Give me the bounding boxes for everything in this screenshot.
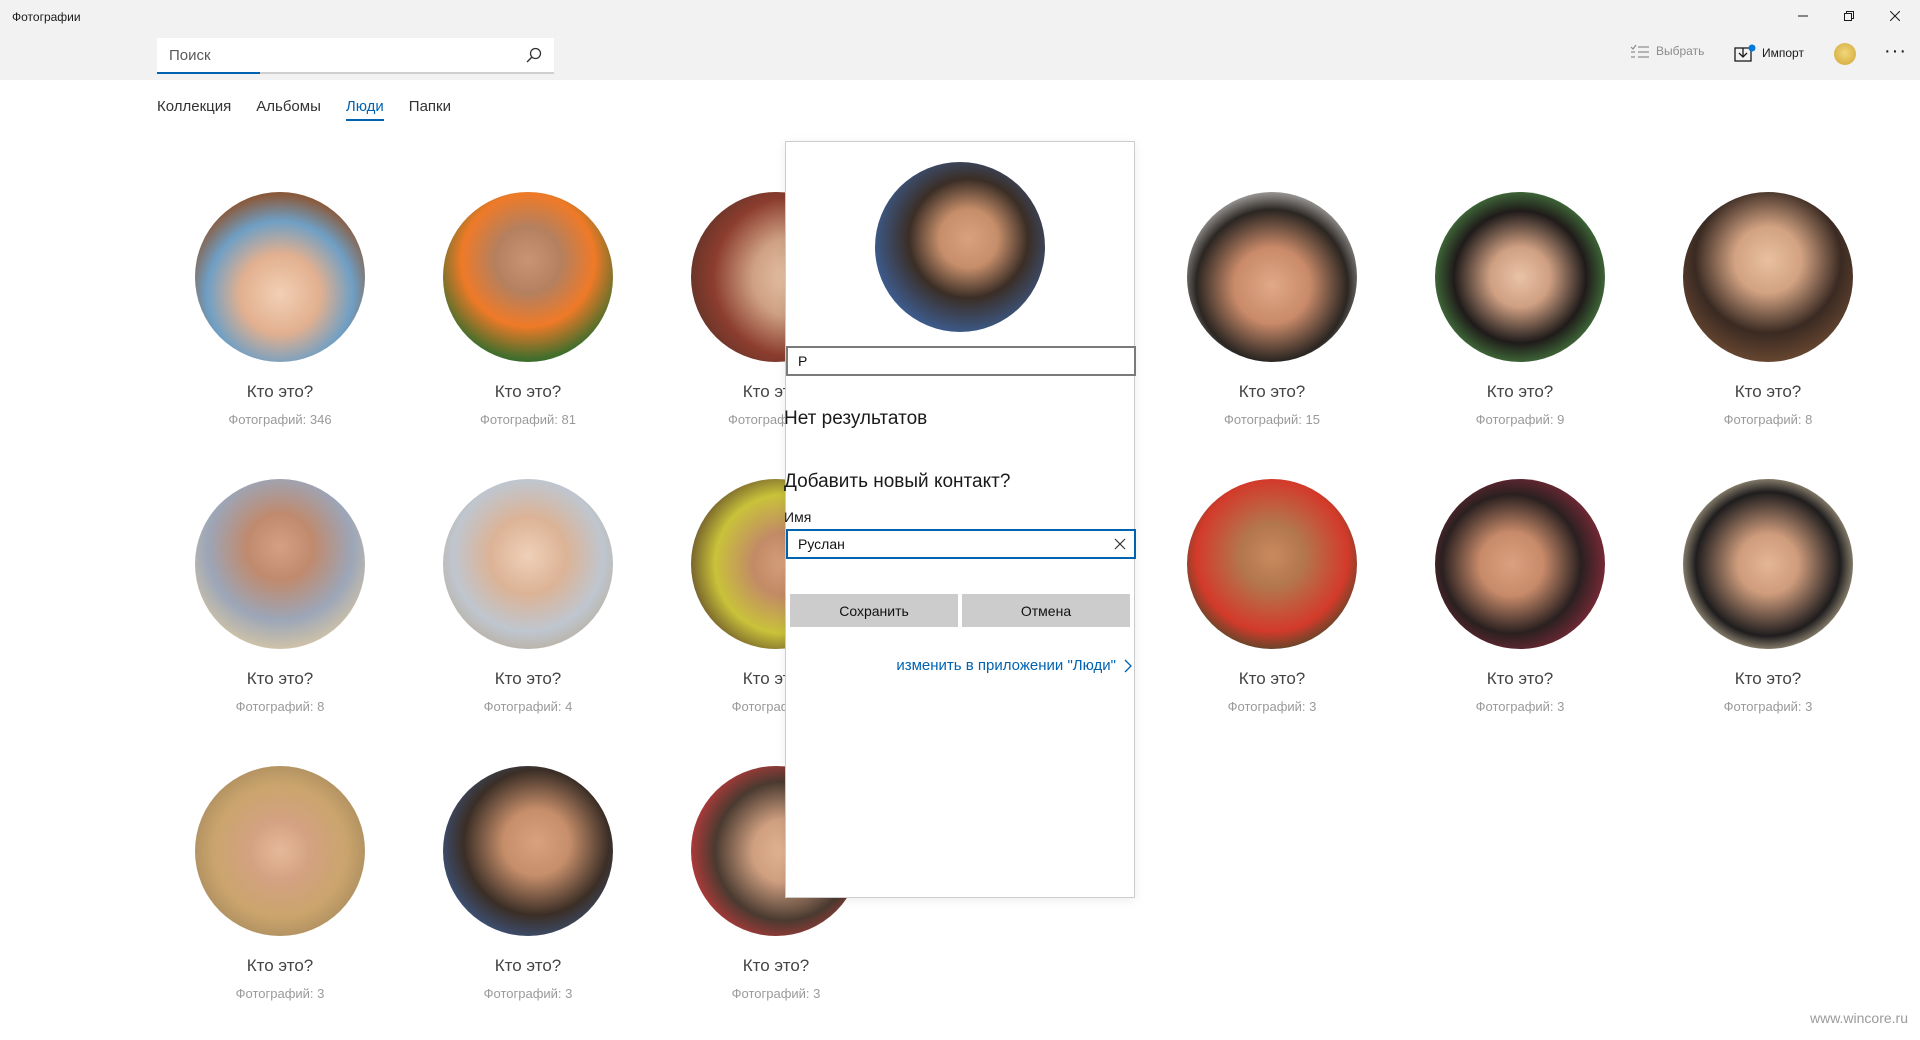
clear-icon[interactable] bbox=[1114, 538, 1126, 550]
import-label: Импорт bbox=[1762, 46, 1804, 60]
person-photo bbox=[195, 192, 365, 362]
person-card[interactable]: Кто это? Фотографий: 346 bbox=[170, 192, 390, 427]
search-box bbox=[157, 38, 554, 74]
person-photo bbox=[1187, 192, 1357, 362]
photo-count: Фотографий: 346 bbox=[228, 412, 332, 427]
search-input[interactable] bbox=[169, 38, 519, 72]
person-photo bbox=[195, 766, 365, 936]
person-card[interactable]: Кто это? Фотографий: 8 bbox=[1658, 192, 1878, 427]
photo-count: Фотографий: 9 bbox=[1475, 412, 1565, 427]
person-name: Кто это? bbox=[494, 382, 562, 401]
search-focus-accent bbox=[157, 72, 260, 74]
photo-count: Фотографий: 8 bbox=[235, 699, 325, 714]
close-button[interactable] bbox=[1872, 0, 1918, 32]
select-list-icon bbox=[1630, 44, 1649, 58]
person-photo bbox=[443, 766, 613, 936]
person-name: Кто это? bbox=[494, 669, 562, 688]
person-photo bbox=[1435, 192, 1605, 362]
photo-count: Фотографий: 3 bbox=[235, 986, 325, 1001]
person-photo bbox=[1435, 479, 1605, 649]
add-contact-question: Добавить новый контакт? bbox=[784, 471, 1011, 492]
restore-icon bbox=[1844, 11, 1854, 21]
save-button[interactable]: Сохранить bbox=[790, 594, 958, 627]
person-name: Кто это? bbox=[1238, 382, 1306, 401]
app-title: Фотографии bbox=[12, 10, 81, 24]
name-field bbox=[786, 529, 1136, 559]
add-person-flyout: Нет результатов Добавить новый контакт? … bbox=[784, 141, 1136, 898]
restore-button[interactable] bbox=[1826, 0, 1872, 32]
contact-search-field bbox=[786, 346, 1136, 376]
person-name: Кто это? bbox=[494, 956, 562, 975]
photo-count: Фотографий: 3 bbox=[731, 986, 821, 1001]
photo-count: Фотографий: 3 bbox=[1723, 699, 1813, 714]
person-photo bbox=[195, 479, 365, 649]
person-card[interactable]: Кто это? Фотографий: 15 bbox=[1162, 192, 1382, 427]
tab-people[interactable]: Люди bbox=[345, 98, 384, 121]
name-label: Имя bbox=[784, 509, 812, 525]
photo-count: Фотографий: 81 bbox=[480, 412, 576, 427]
edit-in-people-link[interactable]: изменить в приложении "Люди" bbox=[896, 657, 1132, 674]
select-label: Выбрать bbox=[1656, 44, 1705, 58]
contact-search-input[interactable] bbox=[788, 348, 1134, 374]
person-card[interactable]: Кто это? Фотографий: 4 bbox=[418, 479, 638, 714]
selected-person-photo bbox=[875, 162, 1045, 332]
search-icon[interactable] bbox=[526, 47, 542, 63]
photo-count: Фотографий: 4 bbox=[483, 699, 573, 714]
person-name: Кто это? bbox=[246, 669, 314, 688]
cancel-button[interactable]: Отмена bbox=[962, 594, 1130, 627]
person-card[interactable]: Кто это? Фотографий: 8 bbox=[170, 479, 390, 714]
person-name: Кто это? bbox=[742, 956, 810, 975]
person-card[interactable]: Кто это? Фотографий: 3 bbox=[1658, 479, 1878, 714]
import-icon bbox=[1734, 44, 1756, 62]
minimize-icon bbox=[1798, 15, 1808, 17]
tab-albums[interactable]: Альбомы bbox=[256, 98, 321, 121]
person-name: Кто это? bbox=[246, 956, 314, 975]
person-name: Кто это? bbox=[246, 382, 314, 401]
select-button[interactable]: Выбрать bbox=[1630, 44, 1704, 58]
close-icon bbox=[1890, 11, 1900, 21]
import-button[interactable]: Импорт bbox=[1734, 44, 1804, 62]
person-card[interactable]: Кто это? Фотографий: 81 bbox=[418, 192, 638, 427]
edit-in-people-label: изменить в приложении "Люди" bbox=[896, 657, 1116, 674]
photo-count: Фотографий: 3 bbox=[483, 986, 573, 1001]
person-photo bbox=[1683, 479, 1853, 649]
photo-count: Фотографий: 8 bbox=[1723, 412, 1813, 427]
view-tabs: Коллекция Альбомы Люди Папки bbox=[157, 98, 476, 121]
account-avatar[interactable] bbox=[1834, 43, 1856, 65]
person-photo bbox=[1187, 479, 1357, 649]
photo-count: Фотографий: 3 bbox=[1227, 699, 1317, 714]
person-name: Кто это? bbox=[1486, 669, 1554, 688]
no-results-text: Нет результатов bbox=[784, 408, 928, 429]
person-card[interactable]: Кто это? Фотографий: 3 bbox=[1162, 479, 1382, 714]
person-photo bbox=[1683, 192, 1853, 362]
person-photo bbox=[443, 479, 613, 649]
person-name: Кто это? bbox=[1734, 382, 1802, 401]
person-card[interactable]: Кто это? Фотографий: 3 bbox=[1410, 479, 1630, 714]
person-name: Кто это? bbox=[1238, 669, 1306, 688]
tab-collection[interactable]: Коллекция bbox=[157, 98, 231, 121]
photo-count: Фотографий: 3 bbox=[1475, 699, 1565, 714]
minimize-button[interactable] bbox=[1780, 0, 1826, 32]
person-card[interactable]: Кто это? Фотографий: 3 bbox=[170, 766, 390, 1001]
person-name: Кто это? bbox=[1734, 669, 1802, 688]
person-name: Кто это? bbox=[1486, 382, 1554, 401]
name-input[interactable] bbox=[788, 531, 1134, 557]
person-photo bbox=[443, 192, 613, 362]
tab-folders[interactable]: Папки bbox=[409, 98, 451, 121]
watermark: www.wincore.ru bbox=[1809, 1010, 1908, 1026]
more-options-button[interactable]: ··· bbox=[1884, 40, 1907, 63]
chevron-right-icon bbox=[1124, 659, 1132, 672]
title-bar: Фотографии Выбрать bbox=[0, 0, 1920, 80]
photo-count: Фотографий: 15 bbox=[1224, 412, 1320, 427]
person-card[interactable]: Кто это? Фотографий: 9 bbox=[1410, 192, 1630, 427]
person-card[interactable]: Кто это? Фотографий: 3 bbox=[418, 766, 638, 1001]
